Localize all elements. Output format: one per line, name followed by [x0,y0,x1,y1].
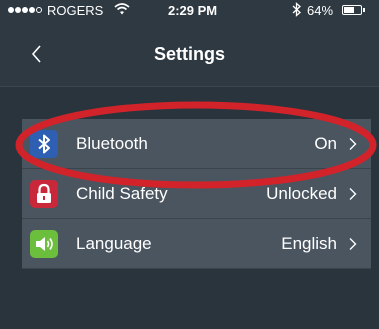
chevron-right-icon [349,238,357,250]
child-safety-label: Child Safety [76,184,168,203]
language-value: English [281,234,337,253]
battery-percent: 64% [307,3,334,18]
page-title: Settings [153,44,225,64]
settings-row-bluetooth[interactable]: Bluetooth On [22,119,371,169]
settings-list: Bluetooth On Child Safety Unlocked Langu… [22,119,371,269]
battery-level-fill [344,7,354,13]
settings-row-child-safety[interactable]: Child Safety Unlocked [22,169,371,219]
chevron-right-icon [349,138,357,150]
bluetooth-label: Bluetooth [76,134,148,153]
chevron-right-icon [349,188,357,200]
bluetooth-value: On [314,134,337,153]
battery-tip [363,8,365,12]
carrier-name: ROGERS [47,3,104,18]
child-safety-value: Unlocked [266,184,337,203]
lock-icon [30,180,58,208]
bluetooth-status-icon [292,2,301,17]
status-bar: ROGERS 2:29 PM 64% [0,0,379,22]
navigation-bar: Settings [0,22,379,87]
settings-row-language[interactable]: Language English [22,219,371,269]
signal-strength-icon [8,5,43,15]
language-label: Language [76,234,152,253]
clock: 2:29 PM [168,3,218,18]
wifi-icon [114,3,130,15]
speaker-icon [30,230,58,258]
bluetooth-icon [30,130,58,158]
battery-icon [342,5,362,15]
